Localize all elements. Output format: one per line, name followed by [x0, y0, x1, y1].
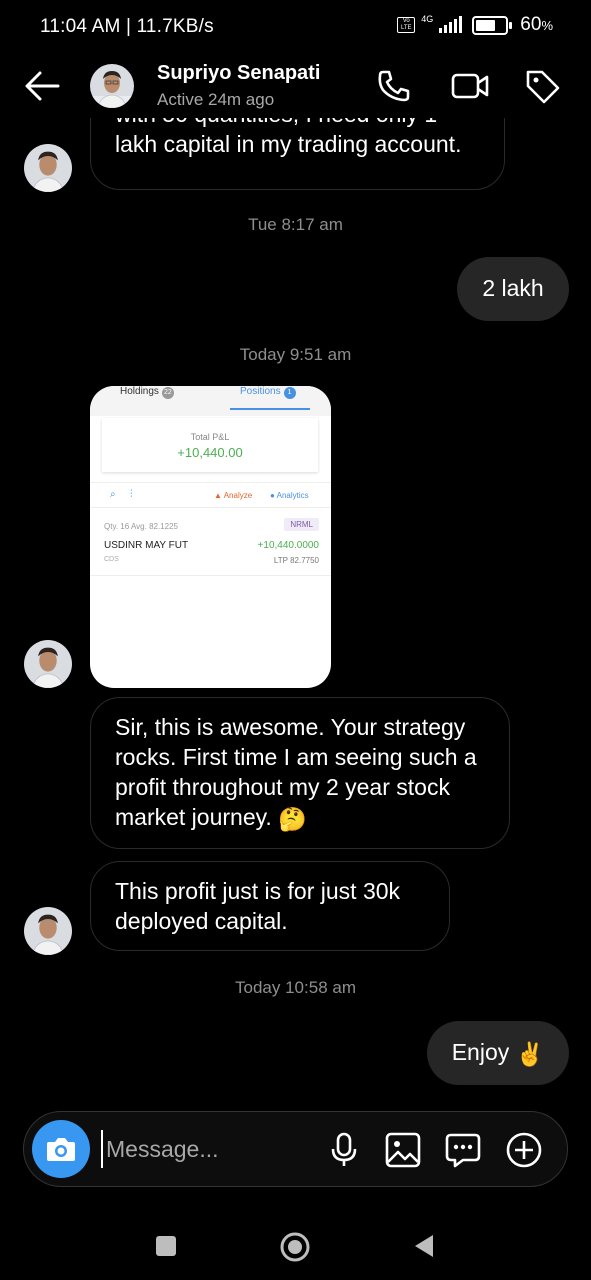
attachment-toolbar: ⌕ ⫶ ▲ Analyze ● Analytics — [90, 482, 331, 508]
message-composer — [23, 1111, 568, 1187]
home-button[interactable] — [278, 1230, 310, 1262]
analytics-label: ● Analytics — [270, 491, 309, 500]
camera-icon — [47, 1138, 75, 1161]
tag-icon — [526, 70, 560, 104]
attachment-tab-holdings: Holdings 22 — [120, 386, 174, 399]
ltp-value: LTP 82.7750 — [273, 556, 319, 565]
analyze-label: ▲ Analyze — [214, 491, 253, 500]
status-indicators: Vo LTE 4G 60% — [397, 14, 553, 36]
pnl-value: +10,440.00 — [177, 445, 243, 460]
sender-avatar[interactable] — [24, 907, 72, 955]
volte-icon: Vo LTE — [397, 17, 416, 33]
exchange-label: CDS — [104, 556, 119, 563]
pnl-label: Total P&L — [190, 432, 230, 442]
position-qty: Qty. 16 Avg. 82.1225 — [104, 522, 178, 531]
chat-header: Supriyo Senapati Active 24m ago — [0, 56, 591, 118]
contact-avatar[interactable] — [90, 64, 134, 108]
video-call-button[interactable] — [450, 66, 490, 106]
victory-hand-emoji-icon: ✌️ — [515, 1040, 545, 1067]
home-circle-icon — [280, 1232, 310, 1262]
instrument-name: USDINR MAY FUT — [104, 540, 189, 551]
system-navigation-bar — [0, 1210, 591, 1280]
tab-underline — [230, 408, 310, 410]
camera-button[interactable] — [32, 1120, 90, 1178]
instrument-pnl: +10,440.0000 — [257, 540, 319, 551]
message-thread[interactable]: with 50 quantities, I need only 1 lakh c… — [0, 118, 591, 1108]
attachment-tabs: Holdings 22 Positions 1 — [90, 386, 331, 416]
message-text: This profit just is for just 30k deploye… — [115, 878, 401, 934]
message-text: 2 lakh — [482, 275, 544, 301]
message-text-line: lakh capital in my trading account. — [115, 131, 462, 157]
attachment-position-row: Qty. 16 Avg. 82.1225 NRML USDINR MAY FUT… — [90, 508, 331, 576]
microphone-icon — [331, 1132, 357, 1166]
signal-icon — [439, 16, 463, 33]
phone-icon — [378, 70, 410, 102]
message-text-line: with 50 quantities, I need only 1 — [115, 118, 480, 129]
voice-message-button[interactable] — [324, 1130, 364, 1170]
message-text: Enjoy — [451, 1039, 510, 1065]
sender-avatar[interactable] — [24, 144, 72, 192]
timestamp: Tue 8:17 am — [248, 215, 343, 234]
sticker-chat-icon — [445, 1133, 481, 1168]
product-badge: NRML — [284, 518, 319, 531]
message-bubble-incoming[interactable]: Sir, this is awesome. Your strategy rock… — [90, 697, 510, 849]
system-back-button[interactable] — [408, 1230, 440, 1262]
sender-avatar[interactable] — [24, 640, 72, 688]
message-bubble-incoming[interactable]: with 50 quantities, I need only 1 lakh c… — [90, 118, 505, 190]
contact-name[interactable]: Supriyo Senapati — [157, 62, 320, 85]
plus-circle-icon — [506, 1132, 542, 1168]
timestamp: Today 9:51 am — [239, 345, 352, 364]
contact-active-status: Active 24m ago — [157, 90, 275, 109]
back-button[interactable] — [22, 68, 62, 104]
search-icon: ⌕ — [110, 489, 116, 500]
filter-icon: ⫶ — [130, 489, 133, 500]
timestamp: Today 10:58 am — [235, 978, 356, 997]
avatar-image — [24, 144, 72, 192]
image-icon — [385, 1132, 421, 1168]
attachment-pnl-card: Total P&L +10,440.00 — [102, 418, 318, 472]
add-button[interactable] — [504, 1130, 544, 1170]
status-bar: 11:04 AM | 11.7KB/s Vo LTE 4G 60% — [0, 0, 591, 54]
status-speed: 11.7KB/s — [136, 16, 214, 37]
message-bubble-outgoing[interactable]: 2 lakh — [457, 257, 569, 321]
message-bubble-outgoing[interactable]: Enjoy ✌️ — [427, 1021, 569, 1085]
image-attachment[interactable]: Holdings 22 Positions 1 Total P&L +10,440.… — [90, 386, 331, 688]
avatar-image — [24, 640, 72, 688]
battery-level — [476, 19, 496, 31]
square-icon — [156, 1236, 176, 1256]
back-triangle-icon — [415, 1235, 433, 1257]
call-button[interactable] — [374, 66, 414, 106]
recent-apps-button[interactable] — [150, 1230, 182, 1262]
avatar-image — [90, 64, 134, 108]
gallery-button[interactable] — [383, 1130, 423, 1170]
attachment-tab-positions: Positions 1 — [240, 386, 296, 399]
sticker-button[interactable] — [443, 1130, 483, 1170]
battery-percent: 60% — [520, 14, 553, 35]
network-type: 4G — [421, 13, 434, 24]
avatar-image — [24, 907, 72, 955]
text-cursor — [101, 1130, 103, 1168]
video-camera-icon — [451, 73, 489, 99]
status-time: 11:04 AM — [40, 16, 121, 37]
thinking-emoji-icon: 🤔 — [278, 805, 307, 832]
tag-button[interactable] — [522, 66, 562, 106]
message-bubble-incoming[interactable]: This profit just is for just 30k deploye… — [90, 861, 450, 951]
arrow-left-icon — [25, 71, 60, 101]
message-input[interactable] — [104, 1126, 324, 1172]
battery-icon — [472, 15, 513, 35]
status-time-speed: 11:04 AM | 11.7KB/s — [40, 16, 214, 37]
